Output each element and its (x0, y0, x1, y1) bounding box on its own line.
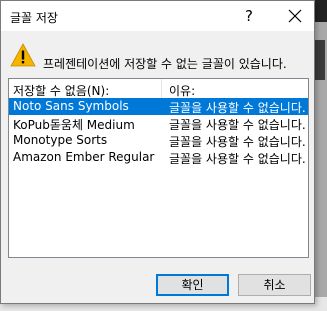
list-item[interactable]: Noto Sans Symbols 글꼴을 사용할 수 없습니다. (9, 98, 308, 115)
font-name: Monotype Sorts (13, 133, 108, 147)
list-item[interactable]: KoPub돋움체 Medium 글꼴을 사용할 수 없습니다. (9, 115, 308, 132)
warning-message: 프레젠테이션에 저장할 수 없는 글꼴이 있습니다. (43, 57, 287, 71)
background-block (315, 40, 325, 80)
list-item[interactable]: Amazon Ember Regular 글꼴을 사용할 수 없습니다. (9, 149, 308, 166)
list-rows: Noto Sans Symbols 글꼴을 사용할 수 없습니다. KoPub돋… (9, 98, 308, 166)
dialog-title: 글꼴 저장 (10, 11, 58, 25)
column-header-font[interactable]: 저장할 수 없음(N): (13, 82, 109, 99)
help-button[interactable]: ? (237, 5, 261, 27)
font-reason: 글꼴을 사용할 수 없습니다. (169, 101, 306, 115)
font-name: Noto Sans Symbols (13, 99, 129, 113)
font-name: Amazon Ember Regular (13, 150, 155, 164)
column-header-reason[interactable]: 이유: (169, 82, 195, 99)
warning-icon (10, 43, 36, 67)
cancel-button[interactable]: 취소 (238, 274, 311, 296)
font-reason: 글꼴을 사용할 수 없습니다. (169, 135, 306, 149)
background-block (315, 0, 327, 22)
warning-message-row: 프레젠테이션에 저장할 수 없는 글꼴이 있습니다. (10, 41, 310, 71)
list-header: 저장할 수 없음(N): 이유: (9, 79, 308, 100)
title-bar: 글꼴 저장 ? (1, 1, 314, 31)
fonts-list[interactable]: 저장할 수 없음(N): 이유: Noto Sans Symbols 글꼴을 사… (8, 78, 309, 258)
column-divider[interactable] (161, 79, 162, 99)
close-icon (288, 9, 302, 23)
close-button[interactable] (281, 4, 309, 28)
ok-button[interactable]: 확인 (156, 274, 229, 296)
save-fonts-dialog: 글꼴 저장 ? 프레젠테이션에 저장할 수 없는 글꼴이 있습니다. 저장할 수… (0, 0, 315, 304)
font-reason: 글꼴을 사용할 수 없습니다. (169, 118, 306, 132)
font-reason: 글꼴을 사용할 수 없습니다. (169, 152, 306, 166)
list-item[interactable]: Monotype Sorts 글꼴을 사용할 수 없습니다. (9, 132, 308, 149)
font-name: KoPub돋움체 Medium (13, 118, 135, 132)
